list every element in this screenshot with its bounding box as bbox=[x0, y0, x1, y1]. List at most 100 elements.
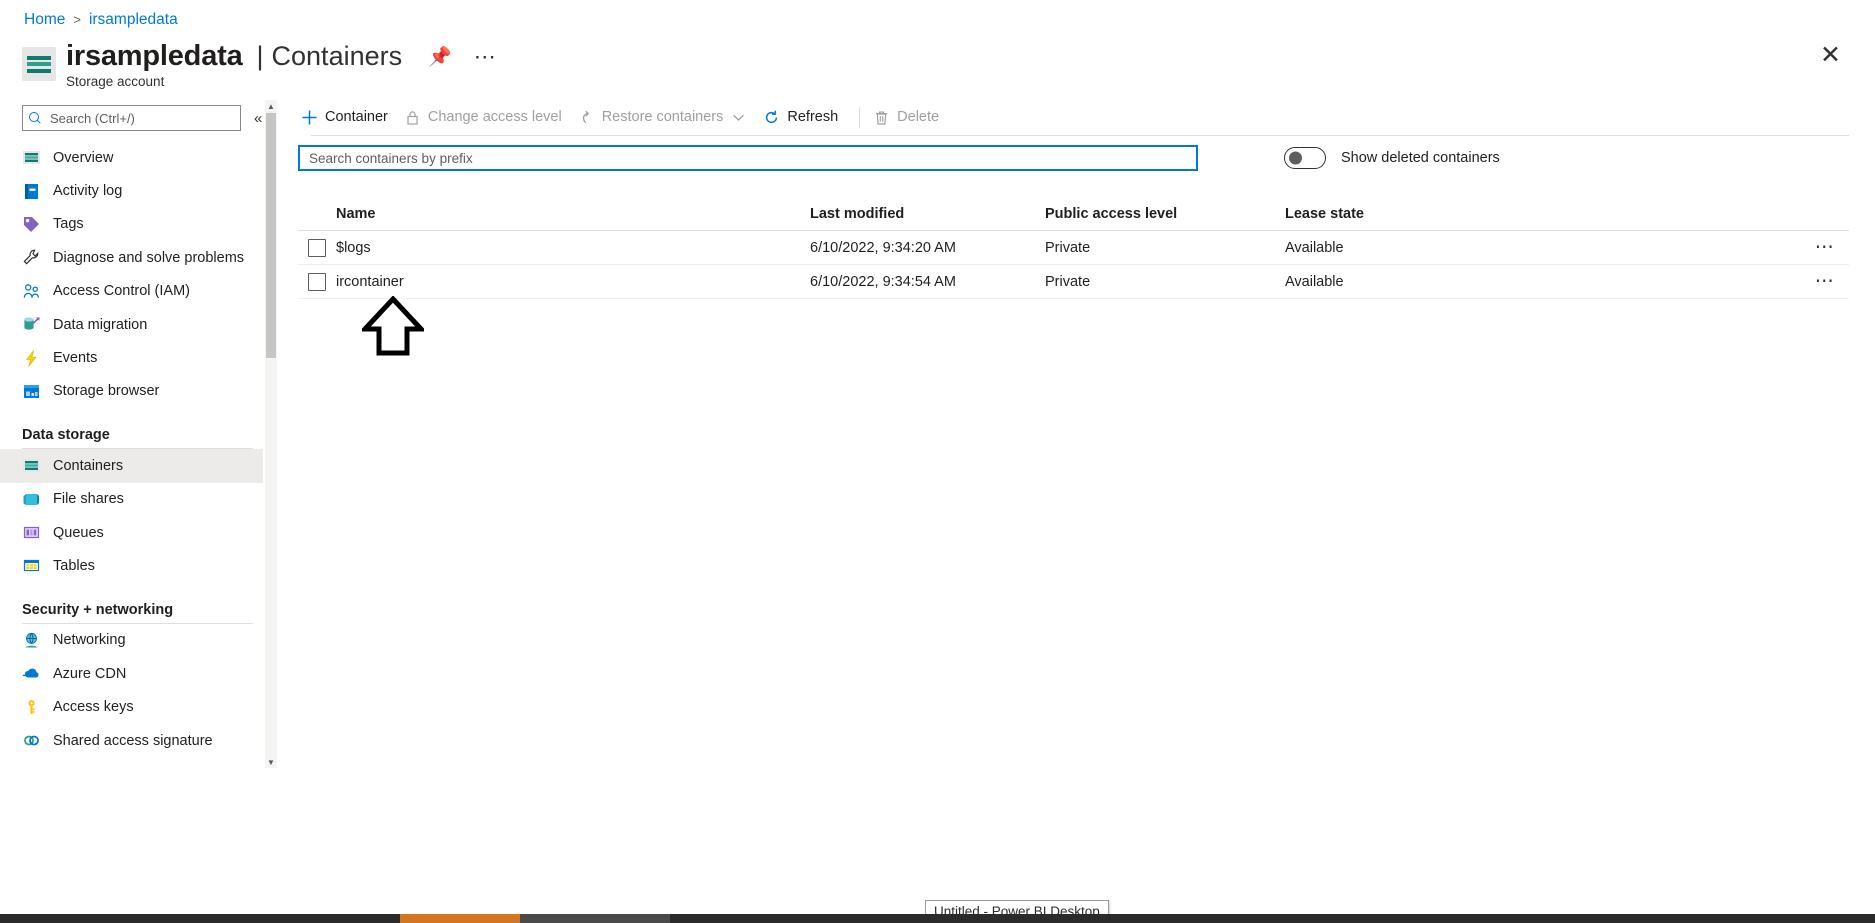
command-button-label: Container bbox=[325, 109, 388, 125]
taskbar-segment-dark-left bbox=[0, 914, 400, 923]
sidebar-item-label: File shares bbox=[53, 491, 124, 508]
lock-icon bbox=[404, 109, 421, 126]
pin-icon[interactable]: 📌 bbox=[422, 43, 458, 71]
storage-browser-icon bbox=[22, 382, 41, 401]
sidebar-item-label: Overview bbox=[53, 149, 114, 166]
sidebar-item-queues[interactable]: Queues bbox=[0, 516, 263, 549]
cell-last-modified: 6/10/2022, 9:34:54 AM bbox=[810, 273, 956, 290]
file-share-icon bbox=[22, 490, 41, 509]
sidebar-item-label: Queues bbox=[53, 524, 104, 541]
table-row[interactable]: ircontainer 6/10/2022, 9:34:54 AM Private A… bbox=[298, 265, 1849, 299]
sidebar-item-file-shares[interactable]: File shares bbox=[0, 483, 263, 516]
cell-lease-state: Available bbox=[1285, 239, 1344, 256]
sidebar-item-storage-browser[interactable]: Storage browser bbox=[0, 375, 263, 408]
sidebar-item-label: Azure CDN bbox=[53, 665, 127, 682]
tables-icon bbox=[22, 556, 41, 575]
cell-name[interactable]: $logs bbox=[336, 240, 810, 256]
sidebar-item-data-migration[interactable]: Data migration bbox=[0, 308, 263, 341]
sidebar-item-label: Access Control (IAM) bbox=[53, 283, 190, 300]
plus-icon bbox=[301, 109, 318, 126]
sidebar-item-label: Access keys bbox=[53, 699, 134, 716]
header-more-icon[interactable]: ⋯ bbox=[468, 42, 503, 72]
chevron-down-icon bbox=[730, 109, 747, 126]
row-checkbox[interactable] bbox=[308, 238, 326, 257]
table-row[interactable]: $logs 6/10/2022, 9:34:20 AM Private Availab… bbox=[298, 231, 1849, 265]
chevron-double-left-icon[interactable]: « bbox=[252, 108, 263, 129]
container-button[interactable]: Container bbox=[297, 101, 400, 133]
sidebar-item-access-control-iam[interactable]: Access Control (IAM) bbox=[0, 275, 263, 308]
sidebar-item-label: Networking bbox=[53, 632, 126, 649]
taskbar-segment-dark-right bbox=[670, 914, 1875, 923]
command-bar-separator bbox=[859, 106, 861, 128]
row-checkbox-cell bbox=[298, 238, 336, 257]
sidebar-item-azure-cdn[interactable]: Azure CDN bbox=[0, 657, 263, 690]
row-checkbox[interactable] bbox=[308, 272, 326, 291]
sidebar-search[interactable] bbox=[22, 105, 241, 131]
table-header-row: Name Last modified Public access level L… bbox=[298, 197, 1849, 231]
people-icon bbox=[22, 282, 41, 301]
sidebar: « Overview Activity log Tags Diagnose and s… bbox=[0, 100, 263, 768]
row-actions-cell: ⋯ bbox=[1801, 271, 1849, 292]
show-deleted-containers-toggle[interactable] bbox=[1284, 147, 1326, 169]
filter-row: Show deleted containers bbox=[298, 145, 1849, 171]
command-button-label: Restore containers bbox=[601, 109, 724, 125]
command-button-label: Delete bbox=[897, 109, 940, 125]
sidebar-item-tags[interactable]: Tags bbox=[0, 208, 263, 241]
breadcrumb-home-link[interactable]: Home bbox=[24, 10, 65, 30]
tag-icon bbox=[22, 215, 41, 234]
cloud-icon bbox=[22, 664, 41, 683]
column-header-name[interactable]: Name bbox=[336, 206, 810, 222]
sidebar-item-activity-log[interactable]: Activity log bbox=[0, 174, 263, 207]
row-ellipsis-icon[interactable]: ⋯ bbox=[1809, 237, 1842, 258]
cell-name[interactable]: ircontainer bbox=[336, 274, 810, 290]
search-input[interactable] bbox=[307, 149, 1189, 167]
command-button-label: Refresh bbox=[787, 109, 839, 125]
prefix-search[interactable] bbox=[298, 145, 1198, 171]
sidebar-item-label: Data migration bbox=[53, 316, 148, 333]
undo-icon bbox=[578, 109, 595, 126]
sidebar-item-overview[interactable]: Overview bbox=[0, 141, 263, 174]
column-header-public-access-level[interactable]: Public access level bbox=[1045, 206, 1285, 222]
resource-type-label: Storage account bbox=[66, 74, 165, 89]
breadcrumb-resource-link[interactable]: irsampledata bbox=[89, 10, 178, 30]
close-icon[interactable]: ✕ bbox=[1814, 42, 1847, 69]
sidebar-item-label: Diagnose and solve problems bbox=[53, 249, 245, 266]
column-header-lease-state[interactable]: Lease state bbox=[1285, 206, 1801, 222]
lightning-icon bbox=[22, 349, 41, 368]
key-icon bbox=[22, 698, 41, 717]
scrollbar-thumb[interactable] bbox=[266, 113, 276, 358]
sidebar-item-label: Storage browser bbox=[53, 383, 160, 400]
cell-public-access-level: Private bbox=[1045, 273, 1091, 290]
refresh-button[interactable]: Refresh bbox=[759, 101, 850, 133]
activity-log-icon bbox=[22, 182, 41, 201]
table-body: $logs 6/10/2022, 9:34:20 AM Private Availab… bbox=[298, 231, 1849, 299]
sidebar-item-shared-access-signature[interactable]: Shared access signature bbox=[0, 724, 263, 757]
search-icon bbox=[29, 112, 41, 124]
column-header-last-modified[interactable]: Last modified bbox=[810, 206, 1045, 222]
sidebar-item-diagnose-and-solve-problems[interactable]: Diagnose and solve problems bbox=[0, 241, 263, 274]
breadcrumb: Home > irsampledata bbox=[24, 10, 178, 30]
cell-lease-state: Available bbox=[1285, 273, 1344, 290]
sidebar-item-access-keys[interactable]: Access keys bbox=[0, 690, 263, 723]
sidebar-search-input[interactable] bbox=[48, 109, 234, 127]
sidebar-item-containers[interactable]: Containers bbox=[0, 449, 263, 483]
scroll-up-icon[interactable]: ▲ bbox=[265, 100, 277, 112]
windows-taskbar[interactable] bbox=[0, 914, 1875, 923]
containers-icon bbox=[22, 456, 41, 475]
row-ellipsis-icon[interactable]: ⋯ bbox=[1809, 271, 1842, 292]
sidebar-item-events[interactable]: Events bbox=[0, 341, 263, 374]
sidebar-item-tables[interactable]: Tables bbox=[0, 549, 263, 582]
show-deleted-containers-label: Show deleted containers bbox=[1341, 150, 1500, 166]
data-migration-icon bbox=[22, 315, 41, 334]
toggle-knob bbox=[1289, 151, 1302, 165]
overview-icon bbox=[22, 148, 41, 167]
sidebar-item-label: Containers bbox=[53, 457, 124, 474]
link-icon bbox=[22, 731, 41, 750]
sidebar-item-networking[interactable]: Networking bbox=[0, 624, 263, 657]
show-deleted-toggle-group: Show deleted containers bbox=[1284, 147, 1500, 169]
scroll-down-icon[interactable]: ▼ bbox=[265, 756, 277, 768]
sidebar-item-label: Tables bbox=[53, 557, 95, 574]
queues-icon bbox=[22, 523, 41, 542]
cell-public-access-level: Private bbox=[1045, 239, 1091, 256]
sidebar-scrollbar[interactable]: ▲ ▼ bbox=[265, 100, 277, 768]
